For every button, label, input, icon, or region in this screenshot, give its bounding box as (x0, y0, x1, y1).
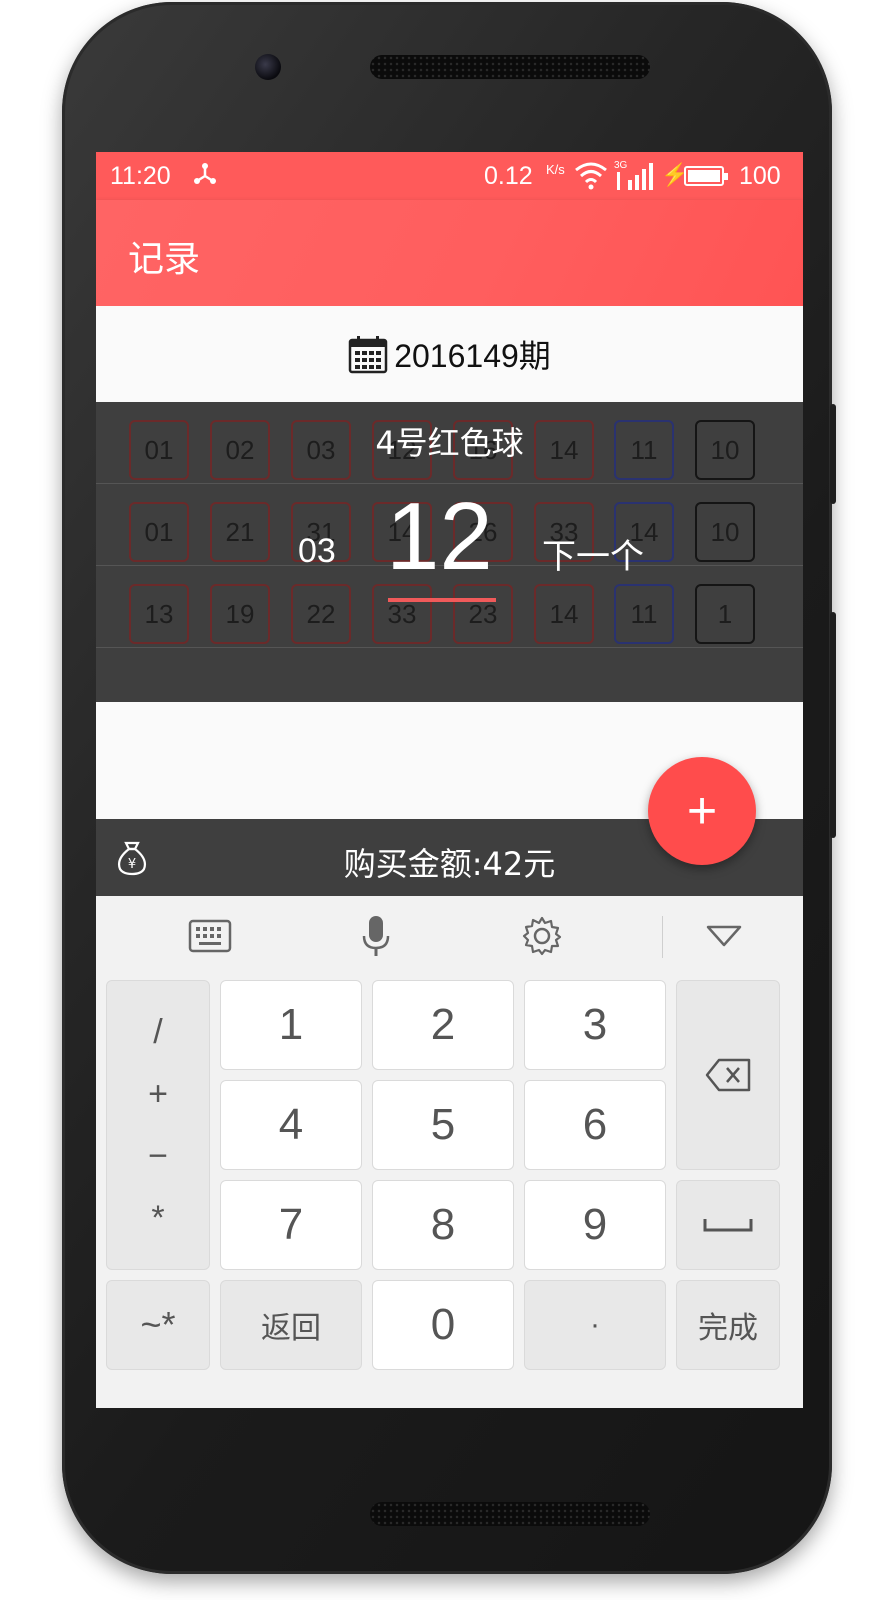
red-ball[interactable]: 21 (210, 502, 270, 562)
digit-5-key[interactable]: 5 (372, 1080, 514, 1170)
keyboard-icon[interactable] (188, 914, 232, 958)
app-screen: 11:20 0.12 K/s 3G ⚡ 100 记录 2016149期 01 0… (96, 152, 803, 1408)
digit-9-key[interactable]: 9 (524, 1180, 666, 1270)
red-ball[interactable]: 23 (453, 584, 513, 644)
collapse-icon[interactable] (702, 914, 746, 958)
digit-8-key[interactable]: 8 (372, 1180, 514, 1270)
blue-ball[interactable]: 11 (614, 584, 674, 644)
power-button (830, 612, 836, 838)
plus-key[interactable]: + (148, 1075, 168, 1114)
period-number: 2016149期 (394, 338, 551, 374)
network-speed: 0.12 (484, 162, 533, 190)
volume-button (830, 404, 836, 504)
slash-key[interactable]: / (153, 1013, 162, 1052)
add-icon: + (686, 782, 718, 840)
back-key[interactable]: 返回 (220, 1280, 362, 1370)
status-bar: 11:20 0.12 K/s 3G ⚡ 100 (96, 152, 803, 200)
asterisk-key[interactable]: * (151, 1199, 164, 1238)
earpiece-speaker (370, 55, 650, 79)
backspace-icon (705, 1058, 751, 1092)
dot-key[interactable]: · (524, 1280, 666, 1370)
app-toolbar: 记录 (96, 200, 803, 306)
keyboard-toolbar (96, 896, 803, 976)
digit-1-key[interactable]: 1 (220, 980, 362, 1070)
extra-ball[interactable]: 1 (695, 584, 755, 644)
picker-cursor-underline (388, 598, 496, 602)
bottom-speaker (370, 1502, 650, 1526)
network-type-label: 3G (614, 160, 628, 171)
tilde-asterisk-key[interactable]: ~* (106, 1280, 210, 1370)
symbol-keys[interactable]: / + − * (106, 980, 210, 1270)
backspace-key[interactable] (676, 980, 780, 1170)
done-key[interactable]: 完成 (676, 1280, 780, 1370)
picker-current-value[interactable]: 12 (386, 482, 493, 592)
picker-previous-value[interactable]: 03 (298, 532, 336, 571)
page-title: 记录 (128, 239, 201, 280)
picker-title: 4号红色球 (375, 424, 524, 462)
period-header[interactable]: 2016149期 (96, 306, 803, 402)
digit-6-key[interactable]: 6 (524, 1080, 666, 1170)
battery-level: 100 (739, 162, 781, 190)
battery-icon (684, 166, 728, 186)
network-speed-unit: K/s (546, 162, 565, 177)
front-camera (255, 54, 281, 80)
space-icon (703, 1219, 753, 1232)
toolbar-divider (662, 916, 663, 958)
red-ball[interactable]: 19 (210, 584, 270, 644)
cellular-signal-icon: 3G (614, 158, 654, 197)
red-ball[interactable]: 13 (129, 584, 189, 644)
next-button[interactable]: 下一个 (542, 529, 644, 578)
settings-icon[interactable] (520, 914, 564, 958)
red-ball[interactable]: 33 (372, 584, 432, 644)
digit-2-key[interactable]: 2 (372, 980, 514, 1070)
digit-3-key[interactable]: 3 (524, 980, 666, 1070)
space-key[interactable] (676, 1180, 780, 1270)
extra-ball[interactable]: 10 (695, 502, 755, 562)
digit-0-key[interactable]: 0 (372, 1280, 514, 1370)
calendar-icon (348, 336, 388, 374)
digit-4-key[interactable]: 4 (220, 1080, 362, 1170)
minus-key[interactable]: − (148, 1137, 168, 1176)
add-button[interactable]: + (648, 757, 756, 865)
usb-icon (192, 160, 218, 193)
wifi-icon (574, 160, 608, 195)
numeric-keyboard: / + − * 1 2 3 4 5 6 7 8 9 ~* 返回 0 · 完成 (96, 896, 803, 1408)
red-ball[interactable]: 14 (534, 584, 594, 644)
status-time: 11:20 (110, 162, 171, 190)
microphone-icon[interactable] (354, 914, 398, 958)
digit-7-key[interactable]: 7 (220, 1180, 362, 1270)
red-ball[interactable]: 22 (291, 584, 351, 644)
red-ball[interactable]: 01 (129, 502, 189, 562)
ticket-grid: 01 02 03 12 16 14 11 10 01 21 31 14 26 3… (96, 402, 803, 702)
